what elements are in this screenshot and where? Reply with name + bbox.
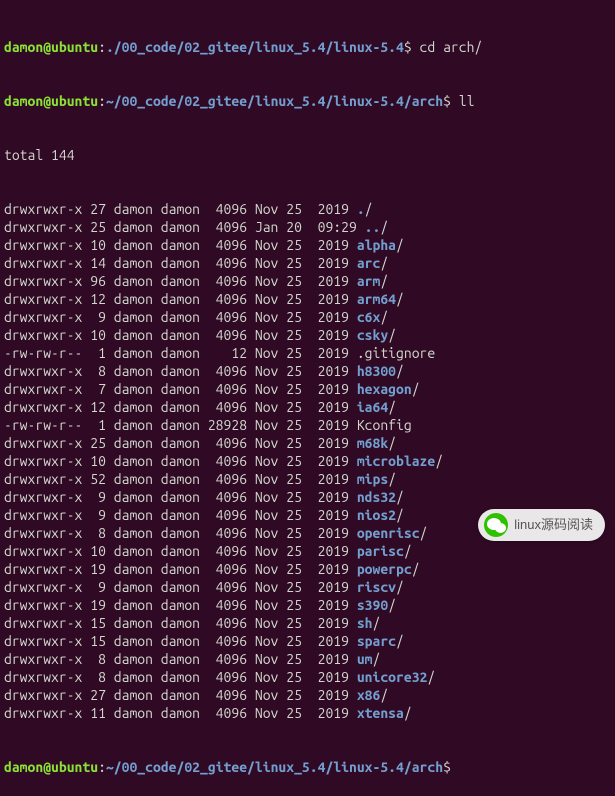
listing-row: drwxrwxr-x 8 damon damon 4096 Nov 25 201… — [4, 362, 611, 380]
listing-row: drwxrwxr-x 27 damon damon 4096 Nov 25 20… — [4, 686, 611, 704]
prompt-line-prev: damon@ubuntu:./00_code/02_gitee/linux_5.… — [4, 38, 611, 56]
listing-row: drwxrwxr-x 27 damon damon 4096 Nov 25 20… — [4, 200, 611, 218]
listing-row: drwxrwxr-x 15 damon damon 4096 Nov 25 20… — [4, 614, 611, 632]
file-name: c6x — [357, 309, 381, 325]
listing-row: drwxrwxr-x 14 damon damon 4096 Nov 25 20… — [4, 254, 611, 272]
listing-row: -rw-rw-r-- 1 damon damon 12 Nov 25 2019 … — [4, 344, 611, 362]
file-name: ia64 — [357, 399, 388, 415]
file-name: s390 — [357, 597, 388, 613]
file-name: nios2 — [357, 507, 396, 523]
file-name: microblaze — [357, 453, 435, 469]
file-name: .gitignore — [357, 345, 435, 361]
listing-row: drwxrwxr-x 25 damon damon 4096 Nov 25 20… — [4, 434, 611, 452]
listing-row: drwxrwxr-x 10 damon damon 4096 Nov 25 20… — [4, 542, 611, 560]
file-name: parisc — [357, 543, 404, 559]
listing-row: drwxrwxr-x 19 damon damon 4096 Nov 25 20… — [4, 560, 611, 578]
file-name: openrisc — [357, 525, 420, 541]
watermark-text: linux源码阅读 — [514, 516, 593, 534]
listing-row: drwxrwxr-x 52 damon damon 4096 Nov 25 20… — [4, 470, 611, 488]
file-listing: drwxrwxr-x 27 damon damon 4096 Nov 25 20… — [4, 200, 611, 722]
file-name: arm64 — [357, 291, 396, 307]
listing-row: drwxrwxr-x 9 damon damon 4096 Nov 25 201… — [4, 578, 611, 596]
total-line: total 144 — [4, 146, 611, 164]
file-name: unicore32 — [357, 669, 428, 685]
file-name: powerpc — [357, 561, 412, 577]
file-name: hexagon — [357, 381, 412, 397]
listing-row: drwxrwxr-x 12 damon damon 4096 Nov 25 20… — [4, 398, 611, 416]
file-name: .. — [365, 219, 381, 235]
wechat-watermark: linux源码阅读 — [478, 509, 605, 541]
listing-row: drwxrwxr-x 10 damon damon 4096 Nov 25 20… — [4, 326, 611, 344]
listing-row: drwxrwxr-x 96 damon damon 4096 Nov 25 20… — [4, 272, 611, 290]
listing-row: drwxrwxr-x 10 damon damon 4096 Nov 25 20… — [4, 236, 611, 254]
file-name: xtensa — [357, 705, 404, 721]
listing-row: drwxrwxr-x 19 damon damon 4096 Nov 25 20… — [4, 596, 611, 614]
file-name: riscv — [357, 579, 396, 595]
file-name: m68k — [357, 435, 388, 451]
file-name: csky — [357, 327, 388, 343]
listing-row: drwxrwxr-x 25 damon damon 4096 Jan 20 09… — [4, 218, 611, 236]
listing-row: drwxrwxr-x 11 damon damon 4096 Nov 25 20… — [4, 704, 611, 722]
prompt-line-next: damon@ubuntu:~/00_code/02_gitee/linux_5.… — [4, 758, 611, 776]
file-name: mips — [357, 471, 388, 487]
file-name: arm — [357, 273, 381, 289]
listing-row: drwxrwxr-x 9 damon damon 4096 Nov 25 201… — [4, 488, 611, 506]
file-name: sh — [357, 615, 373, 631]
file-name: alpha — [357, 237, 396, 253]
file-name: arc — [357, 255, 381, 271]
wechat-icon — [484, 513, 508, 537]
listing-row: drwxrwxr-x 12 damon damon 4096 Nov 25 20… — [4, 290, 611, 308]
file-name: nds32 — [357, 489, 396, 505]
terminal-output[interactable]: damon@ubuntu:./00_code/02_gitee/linux_5.… — [0, 0, 615, 796]
file-name: h8300 — [357, 363, 396, 379]
prompt-line: damon@ubuntu:~/00_code/02_gitee/linux_5.… — [4, 92, 611, 110]
listing-row: drwxrwxr-x 8 damon damon 4096 Nov 25 201… — [4, 650, 611, 668]
listing-row: drwxrwxr-x 9 damon damon 4096 Nov 25 201… — [4, 308, 611, 326]
file-name: x86 — [357, 687, 381, 703]
file-name: um — [357, 651, 373, 667]
listing-row: drwxrwxr-x 10 damon damon 4096 Nov 25 20… — [4, 452, 611, 470]
file-name: sparc — [357, 633, 396, 649]
listing-row: -rw-rw-r-- 1 damon damon 28928 Nov 25 20… — [4, 416, 611, 434]
file-name: Kconfig — [357, 417, 412, 433]
listing-row: drwxrwxr-x 15 damon damon 4096 Nov 25 20… — [4, 632, 611, 650]
file-name: . — [357, 201, 365, 217]
listing-row: drwxrwxr-x 7 damon damon 4096 Nov 25 201… — [4, 380, 611, 398]
listing-row: drwxrwxr-x 8 damon damon 4096 Nov 25 201… — [4, 668, 611, 686]
